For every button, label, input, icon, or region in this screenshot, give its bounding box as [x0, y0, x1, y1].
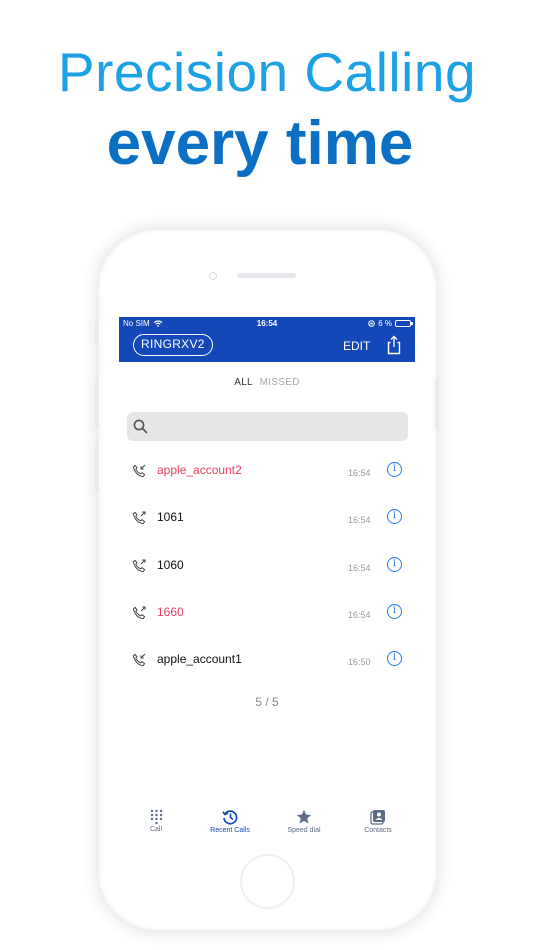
status-bar: No SIM 16:54 6 %	[119, 317, 415, 330]
call-name: apple_account1	[157, 652, 242, 666]
search-icon	[133, 419, 148, 434]
edit-button[interactable]: EDIT	[343, 339, 370, 353]
call-time: 16:54	[348, 610, 371, 620]
volume-down-button	[95, 442, 99, 492]
home-button	[240, 854, 295, 909]
call-count: 5 / 5	[255, 695, 279, 709]
call-row[interactable]: 1660 16:54 i	[119, 592, 415, 639]
call-name: 1061	[157, 510, 184, 524]
call-time: 16:50	[348, 657, 371, 667]
tab-contacts-label: Contacts	[364, 827, 392, 834]
call-row[interactable]: 1061 16:54 i	[119, 497, 415, 544]
info-icon[interactable]: i	[387, 651, 402, 666]
earpiece-speaker	[237, 273, 296, 278]
call-name: 1660	[157, 605, 184, 619]
contacts-icon	[370, 810, 385, 825]
tab-recent-calls-label: Recent Calls	[210, 827, 250, 834]
info-icon[interactable]: i	[387, 462, 402, 477]
orientation-lock-icon	[368, 320, 376, 327]
tab-speed-dial[interactable]: Speed dial	[267, 805, 341, 834]
search-input[interactable]	[127, 412, 408, 441]
brand-badge[interactable]: RINGRXV2	[133, 334, 213, 356]
call-time: 16:54	[348, 515, 371, 525]
share-icon[interactable]	[386, 335, 402, 355]
call-time: 16:54	[348, 563, 371, 573]
call-time: 16:54	[348, 468, 371, 478]
call-filter: ALL MISSED	[119, 377, 415, 388]
info-icon[interactable]: i	[387, 604, 402, 619]
battery-percent: 6 %	[378, 319, 392, 328]
call-row[interactable]: apple_account2 16:54 i	[119, 450, 415, 497]
keypad-icon	[150, 809, 162, 824]
info-icon[interactable]: i	[387, 557, 402, 572]
incoming-call-icon	[132, 464, 146, 478]
call-row[interactable]: apple_account1 16:50 i	[119, 639, 415, 686]
battery-icon	[395, 320, 413, 327]
call-row[interactable]: 1060 16:54 i	[119, 545, 415, 592]
nav-bar: RINGRXV2 EDIT	[119, 330, 415, 362]
tab-call[interactable]: Call	[119, 805, 193, 833]
volume-up-button	[95, 378, 99, 428]
tab-contacts[interactable]: Contacts	[341, 805, 415, 834]
power-button	[435, 378, 439, 430]
tab-recent-calls[interactable]: Recent Calls	[193, 805, 267, 834]
front-camera	[209, 272, 217, 280]
outgoing-call-icon	[132, 559, 146, 573]
headline-every-time: every time	[106, 109, 414, 178]
info-icon[interactable]: i	[387, 509, 402, 524]
incoming-call-icon	[132, 653, 146, 667]
headline-precision-calling: Precision Calling	[57, 41, 477, 103]
filter-missed-tab[interactable]: MISSED	[260, 377, 300, 388]
tab-call-label: Call	[149, 826, 163, 833]
outgoing-call-icon	[132, 606, 146, 620]
call-name: apple_account2	[157, 463, 242, 477]
call-name: 1060	[157, 558, 184, 572]
mute-switch	[95, 320, 99, 346]
history-icon	[222, 810, 238, 825]
tab-bar: Call Recent Calls Speed dial Contacts	[119, 805, 415, 842]
star-icon	[296, 809, 312, 824]
app-screen: No SIM 16:54 6 % RINGRXV2 EDIT ALL MISSE…	[119, 317, 415, 842]
tab-speed-dial-label: Speed dial	[287, 827, 321, 834]
filter-all-tab[interactable]: ALL	[234, 377, 252, 388]
outgoing-call-icon	[132, 511, 146, 525]
